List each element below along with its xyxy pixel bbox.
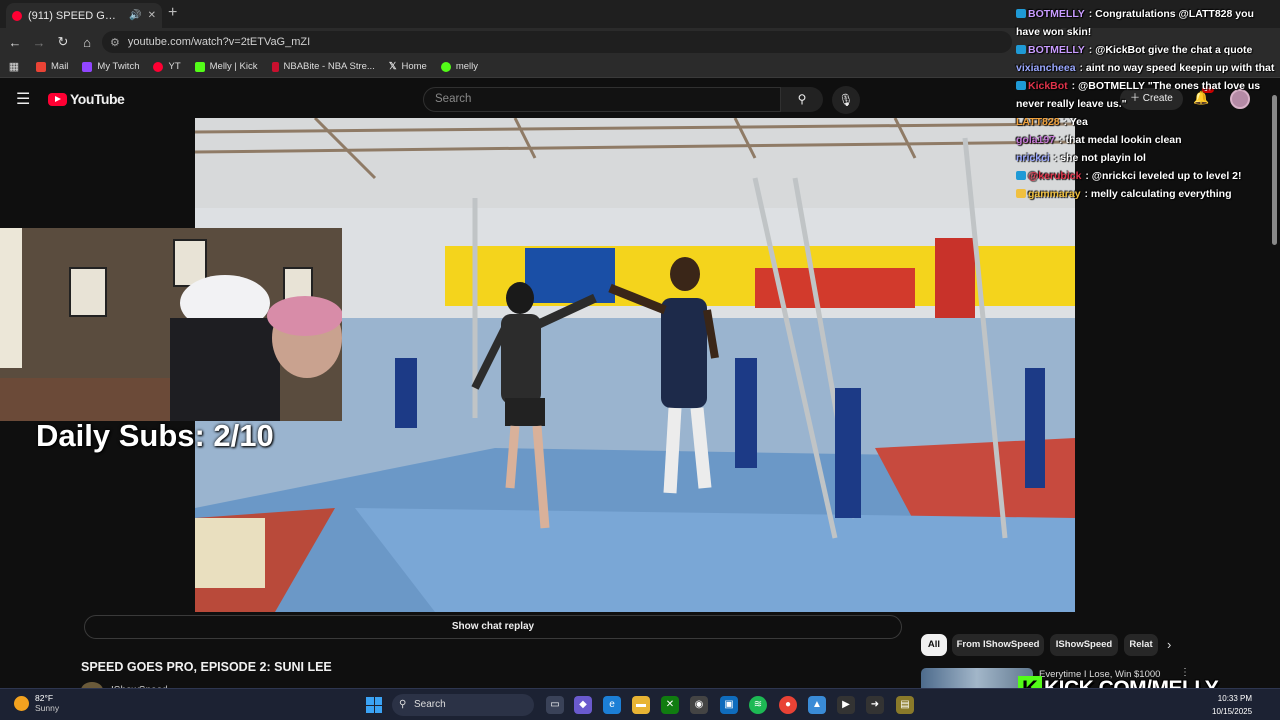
tab-title: (911) SPEED GOES PRO, EPISODE 2: SUNI LE…: [28, 9, 123, 22]
chip-ishowspeed[interactable]: IShowSpeed: [1050, 634, 1118, 656]
show-chat-replay-button[interactable]: Show chat replay: [84, 615, 902, 639]
gmail-icon: [36, 61, 46, 72]
youtube-play-icon: [48, 92, 67, 106]
copilot-icon[interactable]: ◆: [574, 696, 592, 714]
bookmark-nbabite[interactable]: NBABite - NBA Stre...: [271, 61, 375, 72]
search-icon: ⚲: [399, 699, 407, 710]
webcam-frame: [0, 228, 342, 421]
taskbar-search[interactable]: ⚲ Search: [392, 694, 534, 716]
melly-icon: [440, 61, 451, 72]
video-title: SPEED GOES PRO, EPISODE 2: SUNI LEE: [81, 660, 332, 674]
bot-badge-icon: [1016, 45, 1026, 54]
bookmark-melly-kick[interactable]: Melly | Kick: [194, 61, 258, 72]
twitch-icon: [82, 61, 93, 72]
photos-icon[interactable]: ▲: [808, 696, 826, 714]
chip-all[interactable]: All: [921, 634, 947, 656]
chat-message: nrickci : she not playin lol: [1016, 152, 1146, 164]
user-badge-icon: [1016, 189, 1026, 198]
chat-message: vixiancheea : aint no way speed keepin u…: [1016, 62, 1275, 74]
app-icon[interactable]: ▤: [896, 696, 914, 714]
youtube-logo[interactable]: YouTube: [48, 91, 125, 107]
speaker-icon[interactable]: 🔊: [129, 10, 141, 21]
bookmark-mail[interactable]: Mail: [36, 61, 68, 72]
daily-subs-counter: Daily Subs: 2/10: [36, 418, 274, 453]
hamburger-menu-icon[interactable]: ☰: [16, 89, 30, 109]
obs-icon[interactable]: ◉: [690, 696, 708, 714]
bot-badge-icon: [1016, 81, 1026, 90]
app-icon[interactable]: ➜: [866, 696, 884, 714]
webcam-overlay: [0, 228, 342, 421]
store-icon[interactable]: ▣: [720, 696, 738, 714]
reload-icon[interactable]: ↻: [51, 34, 75, 50]
chat-message: @kerubick : @nrickci leveled up to level…: [1016, 167, 1280, 185]
bot-badge-icon: [1016, 9, 1026, 18]
chat-message: BOTMELLY : Congratulations @LATT828 you …: [1016, 8, 1254, 38]
chevron-right-icon[interactable]: ›: [1167, 637, 1171, 652]
youtube-favicon-icon: [12, 10, 22, 21]
stream-chat-overlay: BOTMELLY : Congratulations @LATT828 you …: [1016, 5, 1280, 203]
bookmark-my-twitch[interactable]: My Twitch: [82, 61, 139, 72]
new-tab-button[interactable]: +: [168, 4, 177, 22]
forward-icon[interactable]: →: [27, 35, 51, 50]
chat-message: gola197 : that medal lookin clean: [1016, 134, 1182, 146]
chat-message: BOTMELLY : @KickBot give the chat a quot…: [1016, 41, 1280, 59]
youtube-icon: [153, 61, 164, 72]
site-info-icon[interactable]: ⚙: [110, 36, 120, 49]
back-icon[interactable]: ←: [3, 35, 27, 50]
bot-badge-icon: [1016, 171, 1026, 180]
weather-temp: 82°F: [35, 693, 54, 703]
chip-from-ishowspeed[interactable]: From IShowSpeed: [952, 634, 1044, 656]
weather-condition: Sunny: [35, 703, 60, 713]
bookmark-melly[interactable]: melly: [440, 61, 478, 72]
microphone-icon: 🎙: [838, 93, 854, 107]
search-input[interactable]: Search: [423, 87, 781, 112]
windows-taskbar: 82°F Sunny ⚲ Search ▭ ◆ e ▬ ✕ ◉ ▣ ≋ ● ▲ …: [0, 688, 1280, 720]
weather-widget[interactable]: 82°F Sunny: [14, 693, 59, 713]
chat-message: gammaray : melly calculating everything: [1016, 185, 1280, 203]
media-player-icon[interactable]: ▶: [837, 696, 855, 714]
sun-icon: [14, 695, 29, 711]
nba-icon: [271, 61, 279, 72]
chat-message: KickBot : @BOTMELLY "The ones that love …: [1016, 80, 1261, 110]
home-icon[interactable]: ⌂: [75, 35, 99, 50]
chrome-icon[interactable]: ●: [779, 696, 797, 714]
browser-tab[interactable]: (911) SPEED GOES PRO, EPISODE 2: SUNI LE…: [6, 3, 162, 28]
spotify-icon[interactable]: ≋: [749, 696, 767, 714]
search-icon: ⚲: [797, 92, 807, 106]
clock-time: 10:33 PM: [1217, 694, 1253, 703]
chip-related[interactable]: Relat: [1124, 634, 1158, 656]
voice-search-button[interactable]: 🎙: [832, 86, 860, 114]
bookmark-yt[interactable]: YT: [153, 61, 181, 72]
task-view-icon[interactable]: ▭: [546, 696, 564, 714]
xbox-icon[interactable]: ✕: [661, 696, 679, 714]
bookmark-home[interactable]: 𝕏 Home: [389, 61, 427, 72]
search-button[interactable]: ⚲: [781, 87, 823, 112]
x-icon: 𝕏: [388, 61, 397, 72]
chat-message: LATT828 : Yea: [1016, 116, 1088, 128]
clock-date: 10/15/2025: [1212, 707, 1253, 716]
kick-icon: [194, 61, 205, 72]
file-explorer-icon[interactable]: ▬: [632, 696, 650, 714]
close-tab-icon[interactable]: ✕: [148, 10, 156, 21]
url-bar[interactable]: ⚙ youtube.com/watch?v=2tETVaG_mZI: [102, 31, 1012, 53]
taskbar-clock[interactable]: 10:33 PM 10/15/2025: [1212, 692, 1252, 718]
apps-grid-icon[interactable]: ▦: [2, 60, 26, 73]
windows-start-icon[interactable]: [366, 697, 382, 713]
url-text: youtube.com/watch?v=2tETVaG_mZI: [127, 36, 311, 48]
edge-icon[interactable]: e: [603, 696, 621, 714]
